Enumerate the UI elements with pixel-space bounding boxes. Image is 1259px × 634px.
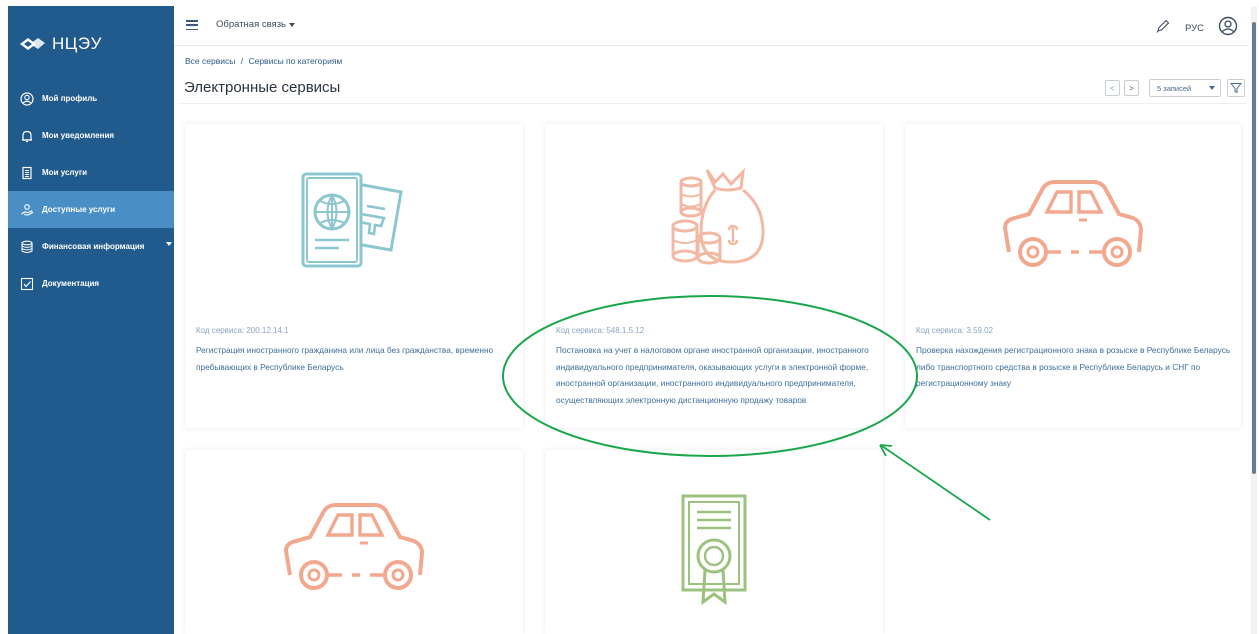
car-icon [1002, 180, 1144, 267]
breadcrumb-root[interactable]: Все сервисы [185, 56, 235, 66]
chevron-down-icon [289, 22, 295, 27]
certificate-icon [681, 494, 747, 606]
top-right-controls: РУС [1155, 16, 1238, 41]
bell-icon [20, 129, 34, 143]
service-description[interactable]: Проверка нахождения регистрационного зна… [916, 342, 1231, 392]
service-description[interactable]: Постановка на учет в налоговом органе ин… [556, 342, 873, 408]
sidebar-item-notifications[interactable]: Мои уведомления [8, 117, 174, 154]
pager: < > 5 записей [1105, 79, 1245, 97]
top-bar: Обратная связь РУС [174, 6, 1248, 46]
hand-services-icon [20, 203, 34, 217]
card-illustration [545, 450, 883, 634]
prev-page-button[interactable]: < [1105, 80, 1120, 96]
feedback-label: Обратная связь [216, 19, 286, 30]
service-code: Код сервиса: 3.59.02 [916, 326, 994, 335]
sidebar-nav: Мой профиль Мои уведомления Мои услуги Д… [8, 80, 174, 302]
service-card[interactable]: Код сервиса: 548.1.5.12 Постановка на уч… [545, 124, 883, 428]
sidebar-item-financial-info[interactable]: Финансовая информация [8, 228, 174, 265]
logo-icon [20, 38, 45, 50]
checkbox-icon [20, 277, 34, 291]
scrollbar[interactable] [1251, 6, 1257, 634]
sidebar-item-available-services[interactable]: Доступные услуги [8, 191, 174, 228]
card-illustration [905, 124, 1241, 314]
logo[interactable]: НЦЭУ [18, 34, 102, 54]
card-illustration [545, 124, 883, 314]
money-bag-icon [671, 167, 765, 265]
filter-icon [1230, 83, 1242, 94]
page-title: Электронные сервисы [184, 79, 341, 96]
next-page-button[interactable]: > [1124, 80, 1139, 96]
sidebar-item-label: Мои уведомления [42, 131, 115, 140]
scrollbar-thumb[interactable] [1252, 22, 1256, 474]
sidebar-item-label: Мои услуги [42, 168, 88, 177]
sidebar-item-label: Доступные услуги [42, 205, 116, 214]
user-circle-icon [20, 91, 34, 106]
service-card[interactable]: Код сервиса: 200.12.14.1 Регистрация ино… [185, 124, 523, 428]
feedback-dropdown[interactable]: Обратная связь [216, 19, 295, 30]
sidebar: НЦЭУ Мой профиль Мои уведомления Мои усл… [8, 6, 174, 634]
sidebar-item-label: Документация [42, 279, 100, 288]
card-illustration [185, 450, 523, 634]
breadcrumb: Все сервисы / Сервисы по категориям [185, 56, 342, 66]
sidebar-item-documentation[interactable]: Документация [8, 265, 174, 302]
car-icon [283, 503, 425, 590]
app-window: НЦЭУ Мой профиль Мои уведомления Мои усл… [0, 0, 1259, 634]
sidebar-item-label: Финансовая информация [42, 242, 145, 251]
menu-icon[interactable] [186, 20, 198, 30]
sidebar-item-label: Мой профиль [42, 94, 98, 103]
service-code: Код сервиса: 200.12.14.1 [196, 326, 289, 335]
service-card[interactable] [545, 450, 883, 634]
service-card[interactable] [185, 450, 523, 634]
database-icon [20, 240, 34, 254]
sidebar-item-profile[interactable]: Мой профиль [8, 80, 174, 117]
card-illustration [185, 124, 523, 314]
chevron-down-icon [166, 242, 172, 246]
service-code: Код сервиса: 548.1.5.12 [556, 326, 645, 335]
service-card[interactable]: Код сервиса: 3.59.02 Проверка нахождения… [905, 124, 1241, 428]
service-description[interactable]: Регистрация иностранного гражданина или … [196, 342, 513, 375]
breadcrumb-current[interactable]: Сервисы по категориям [248, 56, 342, 66]
language-switch[interactable]: РУС [1185, 23, 1204, 34]
logo-text: НЦЭУ [52, 34, 102, 53]
breadcrumb-separator: / [240, 56, 244, 66]
document-list-icon [20, 166, 34, 180]
sidebar-item-my-services[interactable]: Мои услуги [8, 154, 174, 191]
annotation-arrow-shaft [881, 445, 991, 521]
user-circle-icon[interactable] [1218, 16, 1238, 41]
divider [178, 103, 1246, 104]
records-per-page-select[interactable]: 5 записей [1149, 79, 1221, 97]
passport-icon [301, 172, 403, 268]
chevron-down-icon [1209, 86, 1215, 90]
pen-icon[interactable] [1155, 18, 1171, 39]
filter-button[interactable] [1227, 79, 1245, 97]
records-per-page-value: 5 записей [1157, 83, 1192, 93]
